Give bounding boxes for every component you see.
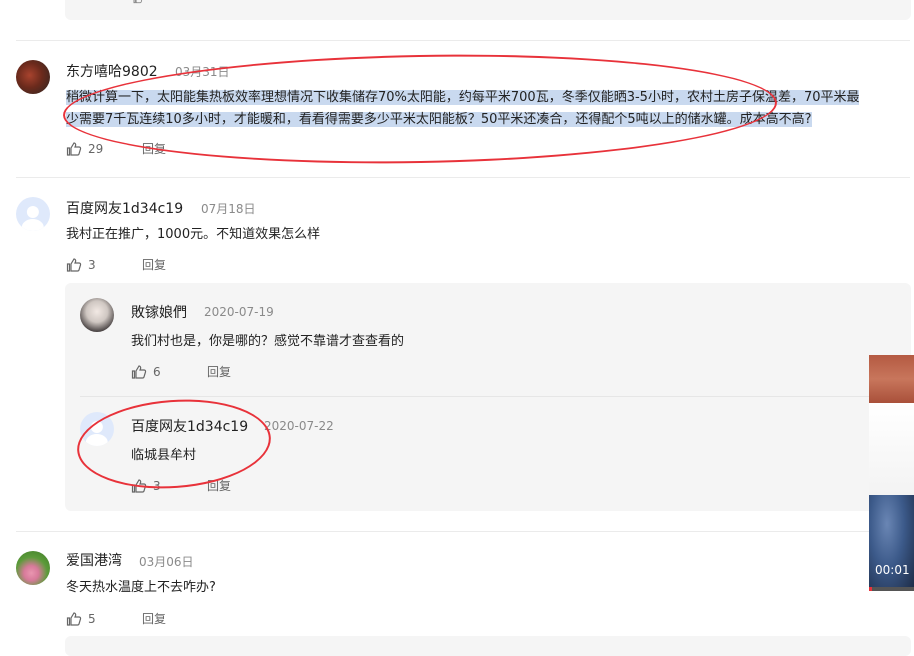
reply-date: 2020-07-19 bbox=[204, 305, 274, 319]
video-frame-middle bbox=[869, 403, 914, 503]
divider bbox=[16, 531, 910, 532]
reply-username[interactable]: 敗镓娘們 bbox=[131, 302, 187, 322]
reply-button[interactable]: 回复 bbox=[142, 610, 166, 627]
comment-username[interactable]: 爱国港湾 bbox=[66, 550, 122, 570]
comment-username[interactable]: 东方嘻哈9802 bbox=[66, 61, 158, 81]
comment-date: 07月18日 bbox=[201, 202, 256, 216]
reply-actions: 3 回复 bbox=[131, 477, 231, 494]
like-count: 3 bbox=[88, 257, 96, 272]
avatar[interactable] bbox=[16, 60, 50, 94]
video-progress-fill bbox=[869, 587, 872, 591]
comment-text: 我村正在推广，1000元。不知道效果怎么样 bbox=[66, 227, 321, 242]
avatar[interactable] bbox=[80, 298, 114, 332]
reply-text: 临城县牟村 bbox=[131, 448, 197, 463]
avatar[interactable] bbox=[16, 551, 50, 585]
divider bbox=[16, 177, 910, 178]
comment-date: 03月31日 bbox=[175, 65, 230, 79]
like-icon[interactable] bbox=[66, 611, 82, 627]
comment-actions: 3 回复 bbox=[66, 256, 166, 273]
comment-text-line: 少需要7千瓦连续10多小时，才能暖和，看看得需要多少平米太阳能板？50平米还凑合… bbox=[66, 112, 812, 127]
like-icon[interactable] bbox=[131, 364, 147, 380]
divider bbox=[80, 396, 900, 397]
previous-reply-box bbox=[65, 0, 911, 20]
reply-actions: 6 回复 bbox=[131, 363, 231, 380]
avatar[interactable] bbox=[80, 412, 114, 446]
divider bbox=[16, 40, 910, 41]
like-count: 5 bbox=[88, 611, 96, 626]
reply-button[interactable]: 回复 bbox=[207, 363, 231, 380]
video-time: 00:01 bbox=[875, 563, 910, 577]
like-icon[interactable] bbox=[131, 478, 147, 494]
reply-button[interactable]: 回复 bbox=[142, 140, 166, 157]
reply-username[interactable]: 百度网友1d34c19 bbox=[131, 416, 248, 436]
like-icon[interactable] bbox=[66, 257, 82, 273]
reply-button[interactable]: 回复 bbox=[207, 477, 231, 494]
reply-thread-box bbox=[65, 636, 911, 656]
comment-text: 冬天热水温度上不去咋办? bbox=[66, 580, 216, 595]
comment-text-line: 稍微计算一下，太阳能集热板效率理想情况下收集储存70%太阳能，约每平米700瓦，… bbox=[66, 90, 860, 105]
floating-video-player[interactable]: 00:01 bbox=[869, 355, 914, 591]
like-count: 3 bbox=[153, 478, 161, 493]
like-count: 29 bbox=[88, 141, 104, 156]
reply-button[interactable]: 回复 bbox=[142, 256, 166, 273]
comment-actions: 29 回复 bbox=[66, 140, 166, 157]
like-icon[interactable] bbox=[131, 0, 145, 4]
video-progress-bar[interactable] bbox=[869, 587, 914, 591]
comment-date: 03月06日 bbox=[139, 555, 194, 569]
comment-text: 稍微计算一下，太阳能集热板效率理想情况下收集储存70%太阳能，约每平米700瓦，… bbox=[66, 87, 912, 131]
comment-actions: 5 回复 bbox=[66, 610, 166, 627]
like-count: 6 bbox=[153, 364, 161, 379]
comment-username[interactable]: 百度网友1d34c19 bbox=[66, 198, 183, 218]
reply-date: 2020-07-22 bbox=[264, 419, 334, 433]
reply-text: 我们村也是，你是哪的？感觉不靠谱才查查看的 bbox=[131, 334, 405, 349]
like-icon[interactable] bbox=[66, 141, 82, 157]
avatar[interactable] bbox=[16, 197, 50, 231]
video-frame-top bbox=[869, 355, 914, 403]
